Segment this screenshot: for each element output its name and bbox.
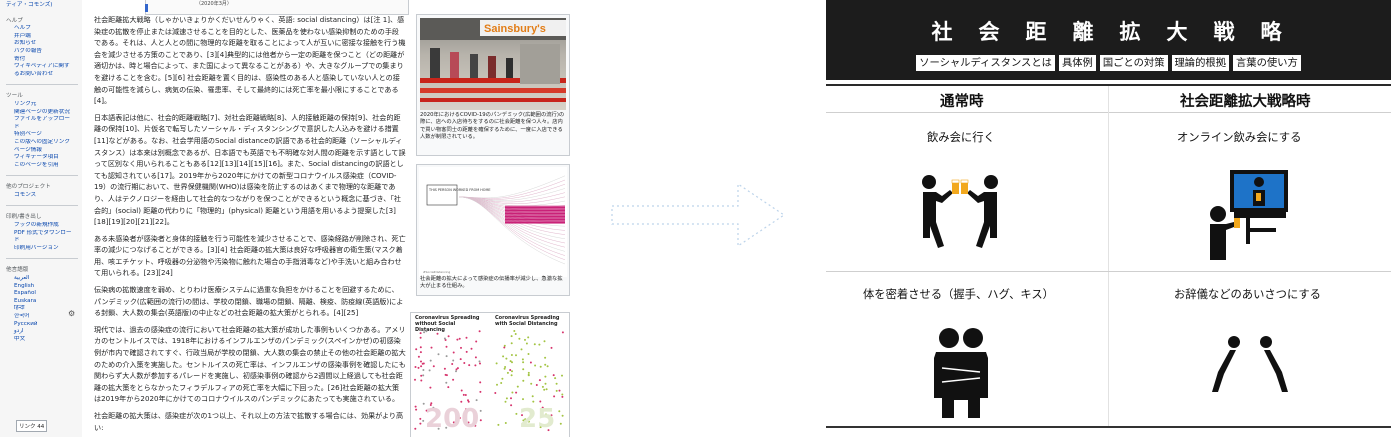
sidebar-heading-help: ヘルプ [6, 17, 23, 24]
sidebar-help-link[interactable]: バグの報告 [0, 48, 82, 56]
sidebar-other-list: コモンズ [0, 192, 82, 200]
tab-rationale[interactable]: 理論的根拠 [1171, 55, 1229, 71]
thumbnail-caption: 社会距離の拡大によって感染症の伝播率が減少し、急激な拡大が止まる仕組み。 [420, 276, 563, 290]
poster-title: 社会距離拡大戦略 [931, 20, 1308, 44]
sidebar-heading-print: 印刷/書き出し [6, 214, 42, 221]
sidebar-language-link[interactable]: Euskara [0, 298, 82, 306]
scroll-marker [145, 4, 148, 12]
sidebar-heading-tools: ツール [6, 93, 23, 100]
sidebar-project-link[interactable]: コモンズ [0, 192, 82, 200]
diagram-credit: #SocialDistancing [423, 270, 450, 274]
language-links-button[interactable]: リンク 44 [16, 420, 48, 432]
sidebar-tools-list: リンク元 関連ページの更新状況 ファイルをアップロード特別ページ この版への固定リンク… [0, 101, 82, 169]
sidebar-help-list: ヘルプ 井戸端 お知らせ バグの報告 寄付 ウィキペディアに関す るお問い合わせ [0, 25, 82, 78]
poster-nav: ソーシャルディスタンスとは 具体例 国ごとの対策 理論的根拠 言葉の使い方 [826, 55, 1391, 71]
sidebar-divider [6, 175, 78, 177]
dots-right-number: 25 [519, 404, 555, 434]
sidebar-tools-link[interactable]: ド [0, 124, 82, 132]
sidebar-print-link[interactable]: ブックの新規作成 [0, 222, 82, 230]
sidebar-help-link[interactable]: ヘルプ [0, 25, 82, 33]
article-paragraph: 社会距離拡大戦略（しゃかいきょりかくだいせんりゃく、英語: social dis… [94, 15, 406, 106]
poster: 社会距離拡大戦略 ソーシャルディスタンスとは 具体例 国ごとの対策 理論的根拠 … [826, 0, 1394, 437]
sidebar-print-list: ブックの新規作成 PDF 形式でダウンロード印刷用バージョン [0, 222, 82, 252]
article-paragraph: ある未感染者が感染者と身体的接触を行う可能性を減少させることで、感染経路が削除さ… [94, 233, 406, 278]
hugging-icon [934, 328, 988, 418]
sidebar-help-link[interactable]: 井戸端 [0, 33, 82, 41]
row-divider [826, 271, 1391, 272]
row2-distancing-text: お辞儀などのあいさつにする [1174, 288, 1321, 301]
sidebar-divider [6, 84, 78, 86]
transition-arrow-icon [611, 182, 786, 248]
sidebar-language-link[interactable]: Русский [0, 321, 82, 329]
sidebar-help-link[interactable]: るお問い合わせ [0, 71, 82, 79]
dots-diagram: 200 25 [414, 330, 564, 434]
sidebar-tools-link[interactable]: リンク元 [0, 101, 82, 109]
sidebar-language-link[interactable]: English [0, 283, 82, 291]
row2-normal-text: 体を密着させる（握手、ハグ、キス） [863, 288, 1054, 301]
drinking-party-icon [922, 175, 998, 248]
row1-normal-text: 飲み会に行く [927, 131, 995, 144]
sidebar-top-link[interactable]: ティア・コモンズ) [0, 2, 82, 10]
online-drinking-icon [1210, 170, 1288, 260]
sidebar-heading-languages: 他言語版 [6, 267, 29, 274]
gear-icon[interactable]: ⚙ [68, 309, 75, 318]
sidebar-language-link[interactable]: العربية [0, 275, 82, 283]
sidebar-help-link[interactable]: ウィキペディアに関す [0, 63, 82, 71]
queue-photo: Sainsbury's [420, 18, 566, 110]
sidebar-tools-link[interactable]: 関連ページの更新状況 [0, 109, 82, 117]
wiki-sidebar: ティア・コモンズ) ヘルプ ヘルプ 井戸端 お知らせ バグの報告 寄付 ウィキペディアに関… [0, 0, 82, 437]
thumbnail-spread-diagram[interactable]: THIS PERSON WORKED FROM HOME #SocialDist… [416, 164, 570, 296]
sidebar-tools-link[interactable]: この版への固定リンク [0, 139, 82, 147]
sidebar-print-link[interactable]: PDF 形式でダウンロー [0, 230, 82, 238]
thumbnail-dots-comparison[interactable]: Coronavirus Spreading without Social Dis… [410, 312, 570, 437]
poster-bottom-border [826, 426, 1391, 428]
sidebar-tools-link[interactable]: 特別ページ [0, 131, 82, 139]
sidebar-language-link[interactable]: اردو [0, 328, 82, 336]
article-paragraph: 社会距離の拡大策は、感染症が次の1つ以上、それ以上の方法で拡散する場合には、効果… [94, 411, 404, 432]
tab-word-usage[interactable]: 言葉の使い方 [1233, 55, 1301, 71]
queue-photo-drawing: Sainsbury's [420, 18, 566, 102]
thumbnail-queue-photo[interactable]: Sainsbury's 2020年におけるCOVID-19のパンデミック(広範囲… [416, 14, 570, 156]
sidebar-tools-link[interactable]: ウィキデータ項目 [0, 154, 82, 162]
tab-country-measures[interactable]: 国ごとの対策 [1099, 55, 1168, 71]
sidebar-language-link[interactable]: 中文 [0, 336, 82, 344]
wiki-page: ティア・コモンズ) ヘルプ ヘルプ 井戸端 お知らせ バグの報告 寄付 ウィキペディアに関… [0, 0, 578, 437]
sidebar-print-link[interactable]: ド [0, 237, 82, 245]
sidebar-language-link[interactable]: Español [0, 290, 82, 298]
dots-right-title: Coronavirus Spreading with Social Distan… [495, 315, 560, 327]
thumbnail-caption: 2020年におけるCOVID-19のパンデミック(広範囲の流行)の際に、店への入… [420, 112, 565, 141]
top-image-frame [145, 0, 409, 15]
tab-about[interactable]: ソーシャルディスタンスとは [916, 55, 1055, 71]
sidebar-tools-link[interactable]: ページ情報 [0, 147, 82, 155]
sidebar-divider [6, 258, 78, 260]
sidebar-tools-link[interactable]: ファイルをアップロー [0, 116, 82, 124]
article-body: 社会距離拡大戦略（しゃかいきょりかくだいせんりゃく、英語: social dis… [94, 14, 406, 437]
column-heading-normal: 通常時 [940, 94, 984, 110]
dots-left-number: 200 [425, 404, 479, 434]
tab-examples[interactable]: 具体例 [1058, 55, 1096, 71]
spread-diagram: THIS PERSON WORKED FROM HOME #SocialDist… [419, 167, 567, 277]
column-heading-distancing: 社会距離拡大戦略時 [1180, 94, 1311, 110]
sidebar-help-link[interactable]: お知らせ [0, 40, 82, 48]
article-paragraph: 日本語表記は他に、社会的距離戦略[7]、対社会距離戦略[8]、人的接触距離の保持… [94, 112, 406, 227]
sidebar-tools-link[interactable]: このページを引用 [0, 162, 82, 170]
top-image-caption: （2020年3月） [196, 1, 232, 7]
article-paragraph: 伝染病の拡散速度を弱め、とりわけ医療システムに過重な負担をかけることを回避するた… [94, 285, 404, 318]
sidebar-heading-other: 他のプロジェクト [6, 184, 51, 191]
diagram-box-label: THIS PERSON WORKED FROM HOME [428, 188, 491, 192]
row1-distancing-text: オンライン飲み会にする [1177, 131, 1302, 144]
article-paragraph: 現代では、過去の感染症の流行において社会距離の拡大策が成功した事例もいくつかある… [94, 324, 406, 404]
bowing-icon [1212, 336, 1288, 392]
store-sign: Sainsbury's [484, 23, 546, 35]
sidebar-help-link[interactable]: 寄付 [0, 56, 82, 64]
sidebar-print-link[interactable]: 印刷用バージョン [0, 245, 82, 253]
column-divider [1108, 86, 1109, 426]
sidebar-divider [6, 205, 78, 207]
